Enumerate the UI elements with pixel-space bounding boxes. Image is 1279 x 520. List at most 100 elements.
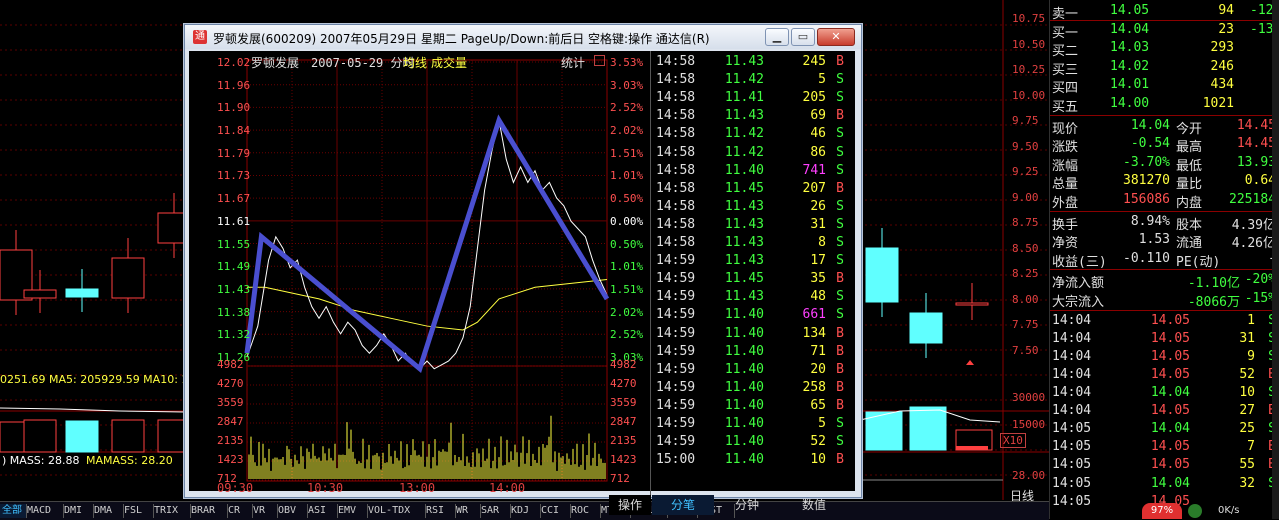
trade-row[interactable]: 14:0414.0410S xyxy=(1050,384,1279,402)
book-level[interactable]: 买一 14.04 23 -13 xyxy=(1050,21,1279,41)
indicator-tab[interactable]: OBV xyxy=(276,504,308,518)
tick-cell: 14:59 xyxy=(656,253,696,269)
tick-cell: 245 xyxy=(802,54,826,69)
vol-scale-button[interactable]: X10 xyxy=(1000,433,1026,448)
book-scrollbar[interactable] xyxy=(1272,0,1279,519)
tick-row[interactable]: 14:59 11.40 258 B xyxy=(652,379,848,397)
trade-cell: 14.05 xyxy=(1150,348,1190,364)
price-tick: 11.32 xyxy=(217,328,251,342)
tab-minutes[interactable]: 分钟 xyxy=(716,495,778,515)
indicator-tab[interactable]: ASI xyxy=(306,504,338,518)
indicator-tab[interactable]: WR xyxy=(454,504,481,518)
maximize-button[interactable]: ▭ xyxy=(791,28,815,46)
tick-row[interactable]: 14:58 11.42 86 S xyxy=(652,144,848,162)
tick-row[interactable]: 14:58 11.42 5 S xyxy=(652,71,848,89)
order-book-panel: 卖一 14.05 94 -12 买一 14.04 23 -13 买二 14.03 293 买三 14.0… xyxy=(1049,0,1279,519)
book-level[interactable]: 卖一 14.05 94 -12 xyxy=(1050,2,1279,22)
indicator-tab[interactable]: TRIX xyxy=(152,504,191,518)
indicator-tab[interactable]: VOL-TDX xyxy=(366,504,426,518)
trade-row[interactable]: 14:0414.0552B xyxy=(1050,366,1279,384)
stat-cell: 内盘 xyxy=(1176,196,1203,211)
bg-candle-body xyxy=(909,312,943,344)
trade-cell: 25 xyxy=(1239,421,1255,437)
indicator-tab[interactable]: DMA xyxy=(92,504,124,518)
tick-list-divider xyxy=(650,51,651,495)
dialog-titlebar[interactable]: 通 罗顿发展(600209) 2007年05月29日 星期二 PageUp/Do… xyxy=(185,25,861,49)
indicator-tab[interactable]: EMV xyxy=(336,504,368,518)
percent-tick: 0.50% xyxy=(610,237,644,251)
tick-row[interactable]: 14:59 11.45 35 B xyxy=(652,270,848,288)
tick-row[interactable]: 14:59 11.40 71 B xyxy=(652,343,848,361)
trade-row[interactable]: 14:0414.051S xyxy=(1050,312,1279,330)
tick-row[interactable]: 14:59 11.40 134 B xyxy=(652,325,848,343)
close-icon[interactable] xyxy=(594,55,605,66)
indicator-tab[interactable]: MACD xyxy=(25,504,64,518)
tick-row[interactable]: 14:59 11.40 5 S xyxy=(652,415,848,433)
indicator-tab[interactable]: 全部 xyxy=(0,504,27,518)
trade-row[interactable]: 14:0414.059S xyxy=(1050,348,1279,366)
trade-cell: 14.04 xyxy=(1150,385,1190,400)
trade-row[interactable]: 14:0514.0425S xyxy=(1050,420,1279,438)
volume-tick: 3559 xyxy=(610,396,637,409)
bg-candle-body xyxy=(65,288,99,298)
intraday-dialog[interactable]: 通 罗顿发展(600209) 2007年05月29日 星期二 PageUp/Do… xyxy=(184,24,862,515)
tick-row[interactable]: 14:58 11.43 8 S xyxy=(652,234,848,252)
tick-row[interactable]: 14:58 11.45 207 B xyxy=(652,180,848,198)
tab-values[interactable]: 数值 xyxy=(780,495,848,515)
tick-row[interactable]: 14:58 11.41 205 S xyxy=(652,89,848,107)
bg-volume-bar xyxy=(23,419,57,453)
tab-operate[interactable]: 操作 xyxy=(609,495,651,515)
tick-cell: 11.40 xyxy=(724,325,764,341)
tick-row[interactable]: 14:58 11.42 46 S xyxy=(652,125,848,143)
tick-cell: 26 xyxy=(810,198,826,214)
indicator-tab[interactable]: CCI xyxy=(539,504,571,518)
tick-row[interactable]: 14:59 11.40 52 S xyxy=(652,433,848,451)
tick-cell: 10 xyxy=(810,452,826,468)
indicator-tab[interactable]: SAR xyxy=(479,504,511,518)
tick-row[interactable]: 14:59 11.43 48 S xyxy=(652,288,848,306)
trade-row[interactable]: 14:0414.0527B xyxy=(1050,402,1279,420)
stats-button[interactable]: 统计 xyxy=(561,54,585,71)
tick-cell: 134 xyxy=(802,325,826,341)
indicator-tab[interactable]: ROC xyxy=(569,504,601,518)
tick-row[interactable]: 14:58 11.43 69 B xyxy=(652,107,848,125)
tick-row[interactable]: 14:58 11.43 26 S xyxy=(652,198,848,216)
tick-cell: 46 xyxy=(810,126,826,142)
trade-row[interactable]: 14:0514.0432S xyxy=(1050,475,1279,493)
minimize-button[interactable]: ▁ xyxy=(765,28,789,46)
indicator-tab[interactable]: FSL xyxy=(122,504,154,518)
stat-cell: 总量 xyxy=(1052,177,1079,193)
indicator-tab[interactable]: VR xyxy=(251,504,278,518)
percent-tick: 3.03% xyxy=(610,78,644,92)
percent-tick: 2.02% xyxy=(610,305,644,319)
trade-row[interactable]: 14:0514.0555B xyxy=(1050,456,1279,474)
indicator-tab[interactable]: CR xyxy=(226,504,253,518)
tick-row[interactable]: 14:59 11.40 661 S xyxy=(652,306,848,324)
tab-ticks[interactable]: 分笔 xyxy=(652,495,714,515)
indicator-tab[interactable]: BRAR xyxy=(189,504,228,518)
axis-tick: 7.75 xyxy=(1012,318,1039,331)
tick-row[interactable]: 15:00 11.40 10 B xyxy=(652,451,848,469)
book-level[interactable]: 买四 14.01 434 xyxy=(1050,76,1279,96)
tick-row[interactable]: 14:59 11.40 65 B xyxy=(652,397,848,415)
tick-row[interactable]: 14:58 11.43 245 B xyxy=(652,53,848,71)
indicator-tab[interactable]: RSI xyxy=(424,504,456,518)
tick-cell: 15:00 xyxy=(656,452,696,468)
stat-cell: 外盘 xyxy=(1052,196,1079,211)
trade-row[interactable]: 14:0414.0531S xyxy=(1050,330,1279,348)
volume-tick: 1423 xyxy=(217,453,244,466)
close-button[interactable]: ✕ xyxy=(817,28,855,46)
book-level[interactable]: 买三 14.02 246 xyxy=(1050,58,1279,78)
book-level[interactable]: 买五 14.00 1021 xyxy=(1050,95,1279,115)
tick-row[interactable]: 14:58 11.43 31 S xyxy=(652,216,848,234)
tick-row[interactable]: 14:59 11.40 20 B xyxy=(652,361,848,379)
tick-cell: 11.42 xyxy=(724,126,764,142)
book-level[interactable]: 买二 14.03 293 xyxy=(1050,39,1279,59)
tick-row[interactable]: 14:59 11.43 17 S xyxy=(652,252,848,270)
indicator-tab[interactable]: DMI xyxy=(62,504,94,518)
indicator-tab[interactable]: KDJ xyxy=(509,504,541,518)
date-mode: 2007-05-29 分时 xyxy=(311,56,415,70)
tick-cell: 14:58 xyxy=(656,198,696,214)
tick-row[interactable]: 14:58 11.40 741 S xyxy=(652,162,848,180)
trade-row[interactable]: 14:0514.057B xyxy=(1050,438,1279,456)
